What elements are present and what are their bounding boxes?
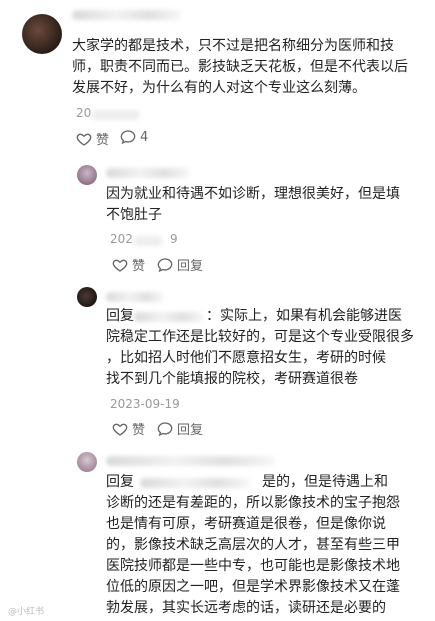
comment-bubble-icon	[157, 421, 173, 436]
like-label: 赞	[132, 423, 146, 438]
reply-button[interactable]: 回复	[157, 255, 203, 274]
comment-date-mask	[92, 110, 140, 120]
watermark: @小红书	[8, 607, 45, 617]
username-blurred[interactable]	[106, 168, 190, 178]
reply-button[interactable]: 回复	[157, 419, 203, 438]
like-label: 赞	[132, 259, 146, 274]
reply-body: ：实际上，如果有机会能够进医 院稳定工作还是比较好的，可是这个专业受限很多 ，比…	[106, 308, 414, 387]
heart-icon	[112, 259, 128, 272]
like-button[interactable]: 赞	[112, 255, 145, 274]
comment-bubble-icon	[120, 130, 136, 145]
comment-bubble-icon	[157, 257, 173, 272]
like-button[interactable]: 赞	[76, 129, 109, 148]
reply-date-mask	[133, 236, 163, 246]
reply-date-suffix: 9	[170, 232, 178, 246]
reply-body: 诊断的还是有差距的，所以影像技术的宝子抱怨 也是情有可原，考研赛道是很卷，但是像…	[106, 495, 400, 616]
username-blurred[interactable]	[106, 292, 164, 302]
avatar[interactable]	[77, 287, 97, 307]
reply-body: 因为就业和待遇不如诊断，理想很美好，但是填 不饱肚子	[106, 186, 400, 223]
reply-first-line-end: 是的，但是待遇上和	[262, 474, 388, 490]
reply-prefix: 回复	[106, 474, 134, 490]
comment-body: 大家学的都是技术，只不过是把名称细分为医师和技 师，职责不同而已。影技缺乏天花板…	[72, 38, 408, 96]
heart-icon	[112, 423, 128, 436]
avatar[interactable]	[77, 452, 97, 472]
like-button[interactable]: 赞	[112, 419, 145, 438]
avatar[interactable]	[77, 165, 97, 185]
reply-label: 回复	[177, 423, 204, 438]
reply-date: 2023-09-19	[110, 397, 180, 411]
username-blurred[interactable]	[106, 456, 276, 466]
avatar[interactable]	[22, 14, 62, 54]
comment-date: 20	[76, 106, 92, 120]
heart-icon	[76, 133, 92, 146]
username-blurred[interactable]	[72, 10, 182, 20]
reply-count: 4	[140, 129, 149, 145]
mentioned-username-blurred	[140, 478, 250, 488]
reply-count-button[interactable]: 4	[120, 129, 148, 145]
like-label: 赞	[96, 133, 110, 148]
reply-label: 回复	[177, 259, 204, 274]
reply-date: 202	[110, 232, 133, 246]
